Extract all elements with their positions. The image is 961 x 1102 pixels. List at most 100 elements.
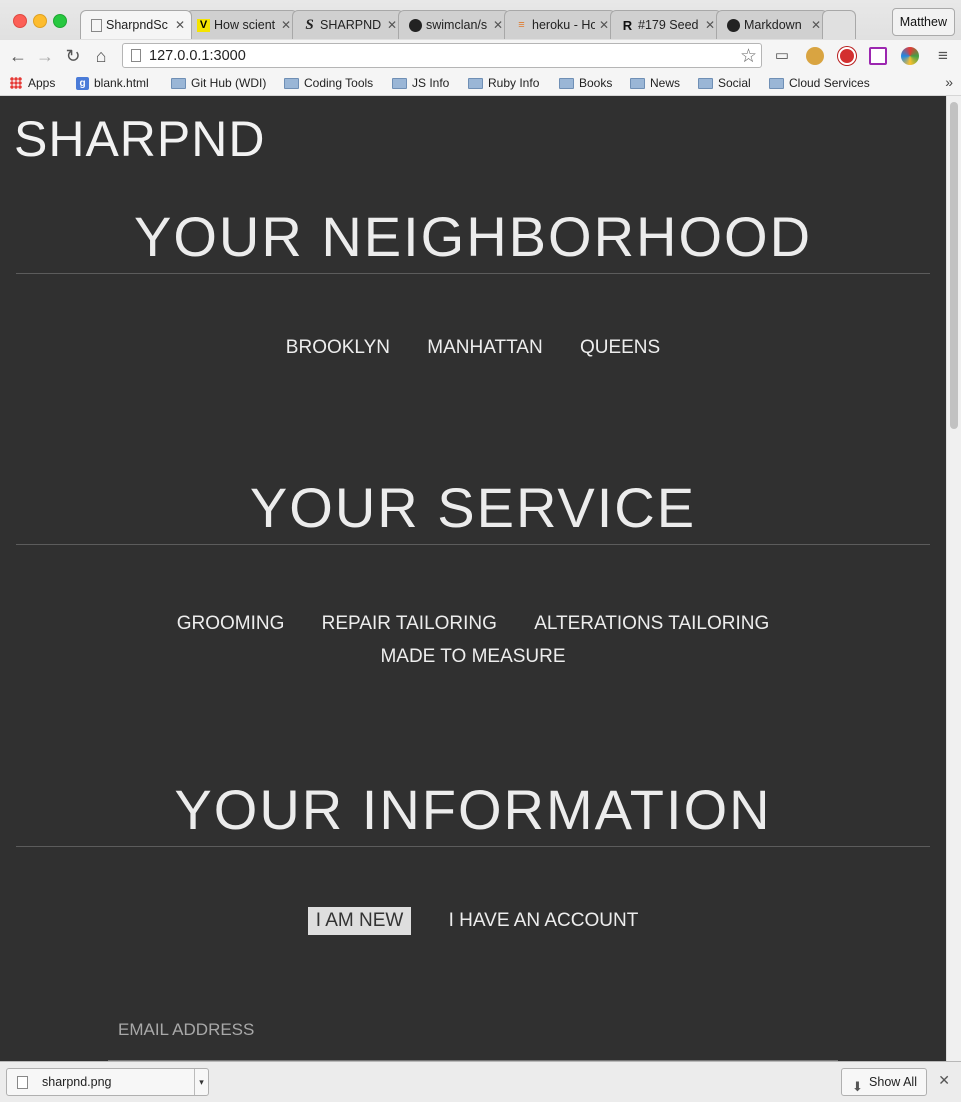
email-field-wrapper (108, 1020, 848, 1061)
stackoverflow-icon: ≡ (518, 19, 525, 31)
option-made-to-measure[interactable]: MADE TO MEASURE (380, 640, 565, 673)
color-wheel-extension-icon[interactable] (901, 47, 919, 65)
vertical-scrollbar[interactable] (946, 96, 961, 1061)
close-tab-icon[interactable]: ✕ (281, 18, 291, 32)
option-manhattan[interactable]: MANHATTAN (427, 337, 542, 359)
close-tab-icon[interactable]: ✕ (705, 18, 715, 32)
browser-chrome: SharpndSc ✕ V How scient ✕ S SHARPND ✕ s… (0, 0, 961, 97)
google-icon: g (76, 76, 89, 90)
folder-icon (559, 77, 574, 89)
page-icon (131, 49, 141, 62)
bookmarks-bar: Apps g blank.html Git Hub (WDI) Coding T… (0, 72, 961, 95)
tab-heroku[interactable]: ≡ heroku - Ho ✕ (504, 10, 616, 39)
home-icon[interactable]: ⌂ (90, 45, 112, 67)
download-arrow-icon: ⬇ (852, 1079, 863, 1094)
folder-icon (171, 77, 186, 89)
option-grooming[interactable]: GROOMING (177, 607, 285, 640)
close-tab-icon[interactable]: ✕ (599, 18, 609, 32)
email-field[interactable] (108, 1020, 848, 1040)
toolbar: ← → ↻ ⌂ ☆ ▭ ≡ (0, 40, 961, 72)
tab-title: SHARPND (320, 18, 382, 32)
bookmark-label: Ruby Info (488, 76, 540, 90)
download-item[interactable]: sharpnd.png ▾ (6, 1068, 209, 1096)
bookmark-label: Books (579, 76, 613, 90)
show-all-downloads-button[interactable]: ⬇ Show All (841, 1068, 927, 1096)
tab-sharpnd[interactable]: S SHARPND ✕ (292, 10, 404, 39)
more-bookmarks-icon[interactable]: » (945, 74, 953, 90)
neighborhood-heading: YOUR NEIGHBORHOOD (16, 206, 930, 274)
account-options: I AM NEW I HAVE AN ACCOUNT (16, 907, 930, 935)
verge-icon: V (197, 18, 210, 32)
bookmark-label: Cloud Services (789, 76, 870, 90)
address-bar[interactable]: ☆ (122, 43, 762, 68)
tab-title: heroku - Ho (532, 18, 595, 32)
neighborhood-options: BROOKLYN MANHATTAN QUEENS (16, 337, 930, 359)
bookmark-social[interactable]: Social (698, 76, 751, 90)
download-menu-icon[interactable]: ▾ (194, 1069, 208, 1095)
download-shelf: sharpnd.png ▾ ⬇ Show All ✕ (0, 1061, 961, 1102)
folder-icon (769, 77, 784, 89)
bookmark-js-info[interactable]: JS Info (392, 76, 449, 90)
scrollbar-thumb[interactable] (950, 102, 958, 429)
close-shelf-icon[interactable]: ✕ (938, 1072, 950, 1089)
tab-179-seed[interactable]: R #179 Seed ✕ (610, 10, 722, 39)
screen-capture-extension-icon[interactable] (869, 47, 887, 65)
bookmark-coding-tools[interactable]: Coding Tools (284, 76, 373, 90)
railscasts-icon: R (622, 17, 633, 33)
option-repair-tailoring[interactable]: REPAIR TAILORING (322, 607, 497, 640)
bookmark-news[interactable]: News (630, 76, 680, 90)
bookmark-cloud-services[interactable]: Cloud Services (769, 76, 870, 90)
close-window-button[interactable] (13, 14, 27, 28)
tab-strip: SharpndSc ✕ V How scient ✕ S SHARPND ✕ s… (80, 10, 856, 40)
option-brooklyn[interactable]: BROOKLYN (286, 337, 390, 359)
information-heading: YOUR INFORMATION (16, 779, 930, 847)
cast-icon[interactable]: ▭ (771, 45, 793, 67)
tab-markdown[interactable]: Markdown ✕ (716, 10, 828, 39)
folder-icon (698, 77, 713, 89)
close-tab-icon[interactable]: ✕ (493, 18, 503, 32)
bookmark-git-hub-wdi[interactable]: Git Hub (WDI) (171, 76, 266, 90)
show-all-label: Show All (869, 1075, 917, 1089)
reload-icon[interactable]: ↻ (62, 45, 84, 67)
page-icon (91, 18, 102, 32)
forward-arrow-icon[interactable]: → (34, 45, 56, 67)
profile-button[interactable]: Matthew (891, 8, 955, 36)
bookmark-label: blank.html (94, 76, 149, 90)
option-alterations-tailoring[interactable]: ALTERATIONS TAILORING (534, 607, 769, 640)
tab-title: SharpndSc (106, 18, 168, 32)
bookmark-apps[interactable]: Apps (10, 76, 55, 90)
option-i-have-an-account[interactable]: I HAVE AN ACCOUNT (449, 910, 639, 932)
minimize-window-button[interactable] (33, 14, 47, 28)
download-file-name: sharpnd.png (42, 1075, 112, 1089)
cookie-extension-icon[interactable] (806, 47, 824, 65)
menu-icon[interactable]: ≡ (932, 45, 954, 67)
bookmark-books[interactable]: Books (559, 76, 612, 90)
bookmark-blank-html[interactable]: g blank.html (76, 76, 149, 90)
option-queens[interactable]: QUEENS (580, 337, 660, 359)
folder-icon (630, 77, 645, 89)
adblock-extension-icon[interactable] (838, 47, 856, 65)
close-tab-icon[interactable]: ✕ (175, 18, 185, 32)
bookmark-label: Git Hub (WDI) (191, 76, 267, 90)
folder-icon (392, 77, 407, 89)
bookmark-star-icon[interactable]: ☆ (740, 45, 757, 68)
tab-title: How scient (214, 18, 276, 32)
zoom-window-button[interactable] (53, 14, 67, 28)
new-tab-button[interactable] (822, 10, 856, 39)
back-arrow-icon[interactable]: ← (7, 45, 29, 67)
close-tab-icon[interactable]: ✕ (387, 18, 397, 32)
bookmark-ruby-info[interactable]: Ruby Info (468, 76, 539, 90)
tab-how-scient[interactable]: V How scient ✕ (186, 10, 298, 39)
option-i-am-new[interactable]: I AM NEW (307, 907, 412, 935)
tab-sharpndsc[interactable]: SharpndSc ✕ (80, 10, 192, 39)
close-tab-icon[interactable]: ✕ (811, 18, 821, 32)
site-logo[interactable]: SHARPND (14, 110, 265, 168)
bookmark-label: JS Info (412, 76, 450, 90)
service-heading: YOUR SERVICE (16, 477, 930, 545)
tab-title: #179 Seed (638, 18, 699, 32)
bookmark-label: Apps (28, 76, 56, 90)
s-logo-icon: S (305, 16, 314, 33)
bookmark-label: Social (718, 76, 751, 90)
tab-swimclan[interactable]: swimclan/s ✕ (398, 10, 510, 39)
url-input[interactable] (149, 46, 729, 65)
